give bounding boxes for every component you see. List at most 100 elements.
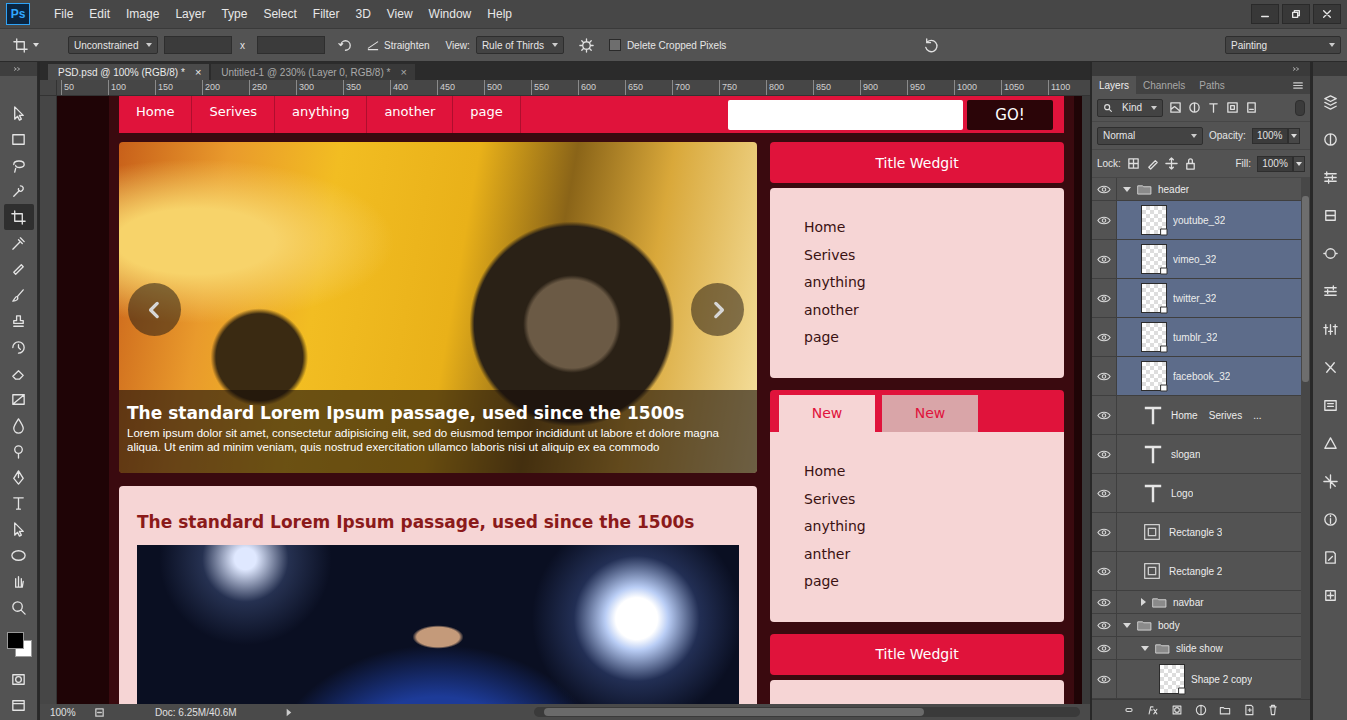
- horizontal-scrollbar[interactable]: [534, 707, 1080, 717]
- layer-action-icon[interactable]: [1194, 703, 1208, 717]
- menu-item[interactable]: Select: [255, 0, 304, 28]
- panel-button[interactable]: [1316, 544, 1344, 571]
- gear-icon[interactable]: [578, 37, 595, 54]
- layer-row[interactable]: Logo: [1092, 474, 1301, 513]
- opacity-slider-button[interactable]: [1288, 128, 1300, 144]
- straighten-button[interactable]: Straighten: [366, 38, 430, 52]
- panel-menu-icon[interactable]: [1292, 81, 1304, 90]
- workspace-dropdown[interactable]: Painting: [1225, 36, 1341, 54]
- width-field[interactable]: [164, 36, 232, 54]
- tool-button[interactable]: [4, 464, 34, 490]
- tool-button[interactable]: [4, 100, 34, 126]
- quick-mask-button[interactable]: [4, 666, 34, 692]
- fill-field[interactable]: 100%: [1257, 156, 1293, 172]
- layer-row[interactable]: Rectangle 3: [1092, 513, 1301, 552]
- visibility-toggle[interactable]: [1092, 591, 1117, 613]
- search-button[interactable]: GO!: [967, 100, 1053, 130]
- visibility-toggle[interactable]: [1092, 201, 1117, 239]
- tool-button[interactable]: [4, 282, 34, 308]
- prev-button[interactable]: [128, 283, 181, 336]
- visibility-toggle[interactable]: [1092, 279, 1117, 317]
- layer-row[interactable]: youtube_32: [1092, 201, 1301, 240]
- nav-item[interactable]: Home: [119, 96, 192, 133]
- tool-button[interactable]: [4, 152, 34, 178]
- panel-button[interactable]: [1316, 164, 1344, 191]
- tool-button[interactable]: [4, 412, 34, 438]
- widget-tab[interactable]: New: [882, 395, 978, 432]
- blend-mode-dropdown[interactable]: Normal: [1097, 127, 1203, 145]
- layer-action-icon[interactable]: [1218, 703, 1232, 717]
- height-field[interactable]: [257, 36, 325, 54]
- menu-item[interactable]: Filter: [305, 0, 348, 28]
- visibility-toggle[interactable]: [1092, 435, 1117, 473]
- tool-button[interactable]: [4, 594, 34, 620]
- expand-arrow-icon[interactable]: [1123, 187, 1131, 192]
- visibility-toggle[interactable]: [1092, 357, 1117, 395]
- export-icon[interactable]: [94, 707, 105, 718]
- widget-tab[interactable]: New: [779, 395, 875, 432]
- layer-row[interactable]: twitter_32: [1092, 279, 1301, 318]
- search-input[interactable]: [728, 100, 963, 130]
- ratio-dropdown[interactable]: Unconstrained: [68, 36, 158, 54]
- expand-arrow-icon[interactable]: [1123, 623, 1131, 628]
- widget-link[interactable]: page: [804, 568, 1030, 596]
- scrollbar-thumb[interactable]: [1302, 196, 1309, 382]
- layer-row[interactable]: facebook_32: [1092, 357, 1301, 396]
- tool-button[interactable]: [4, 256, 34, 282]
- foreground-color-swatch[interactable]: [7, 632, 24, 649]
- panel-button[interactable]: [1316, 430, 1344, 457]
- menu-arrow-icon[interactable]: [283, 707, 294, 718]
- delete-cropped-checkbox[interactable]: [609, 39, 621, 51]
- screen-mode-button[interactable]: [4, 692, 34, 718]
- layers-scrollbar[interactable]: [1301, 178, 1310, 699]
- lock-transparency-icon[interactable]: [1127, 157, 1140, 170]
- menu-item[interactable]: Edit: [81, 0, 118, 28]
- panel-button[interactable]: [1316, 126, 1344, 153]
- panel-tab[interactable]: Layers: [1092, 76, 1136, 94]
- layer-action-icon[interactable]: [1170, 703, 1184, 717]
- visibility-toggle[interactable]: [1092, 474, 1117, 512]
- tool-button[interactable]: [4, 334, 34, 360]
- widget-link[interactable]: Home: [804, 214, 1030, 242]
- lock-pixels-icon[interactable]: [1146, 157, 1159, 170]
- widget-link[interactable]: Serives: [804, 486, 1030, 514]
- visibility-toggle[interactable]: [1092, 552, 1117, 590]
- widget-link[interactable]: page: [804, 324, 1030, 352]
- restore-button[interactable]: [1282, 4, 1310, 24]
- expand-icon[interactable]: [1292, 66, 1304, 72]
- ps-logo[interactable]: Ps: [6, 3, 30, 25]
- tool-button[interactable]: [4, 568, 34, 594]
- visibility-toggle[interactable]: [1092, 660, 1117, 698]
- tool-button[interactable]: [4, 490, 34, 516]
- zoom-level[interactable]: 100%: [50, 707, 86, 718]
- visibility-toggle[interactable]: [1092, 614, 1117, 636]
- opacity-field[interactable]: 100%: [1252, 128, 1288, 144]
- tool-button[interactable]: [4, 308, 34, 334]
- panel-button[interactable]: [1316, 392, 1344, 419]
- panel-button[interactable]: [1316, 202, 1344, 229]
- minimize-button[interactable]: [1251, 4, 1279, 24]
- scrollbar-thumb[interactable]: [544, 708, 924, 716]
- panel-button[interactable]: [1316, 506, 1344, 533]
- nav-item[interactable]: page: [453, 96, 520, 133]
- lock-all-icon[interactable]: [1184, 157, 1197, 170]
- layer-row[interactable]: slide show: [1092, 637, 1301, 660]
- view-dropdown[interactable]: Rule of Thirds: [476, 36, 564, 54]
- adjustment-filter-icon[interactable]: [1188, 101, 1201, 114]
- panel-button[interactable]: [1316, 582, 1344, 609]
- shape-filter-icon[interactable]: [1226, 101, 1239, 114]
- layer-action-icon[interactable]: [1122, 703, 1136, 717]
- widget-link[interactable]: anther: [804, 541, 1030, 569]
- collapse-icon[interactable]: [13, 66, 25, 72]
- panel-button[interactable]: [1316, 88, 1344, 115]
- filter-dropdown[interactable]: Kind: [1097, 99, 1163, 117]
- expand-arrow-icon[interactable]: [1141, 598, 1146, 606]
- menu-item[interactable]: File: [46, 0, 81, 28]
- panel-tab[interactable]: Paths: [1192, 76, 1232, 94]
- document-tab[interactable]: PSD.psd @ 100% (RGB/8) *×: [48, 64, 209, 80]
- swap-icon[interactable]: [337, 37, 354, 54]
- panel-button[interactable]: [1316, 468, 1344, 495]
- layer-row[interactable]: vimeo_32: [1092, 240, 1301, 279]
- tool-button[interactable]: [4, 178, 34, 204]
- panel-button[interactable]: [1316, 354, 1344, 381]
